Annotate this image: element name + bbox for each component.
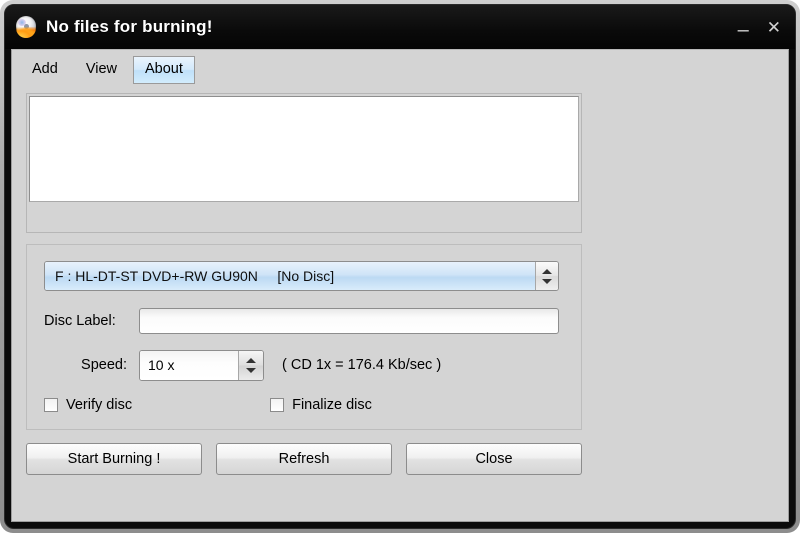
close-button[interactable]: Close [406, 443, 582, 475]
verify-disc-checkbox[interactable]: Verify disc [44, 397, 132, 413]
chevron-down-icon[interactable] [246, 367, 256, 373]
window-frame: No files for burning! – ✕ Add View About [4, 4, 796, 529]
verify-disc-checkbox-box[interactable] [44, 398, 58, 412]
finalize-disc-label: Finalize disc [292, 397, 372, 413]
dialog-button-row: Start Burning ! Refresh Close [26, 442, 582, 476]
minimize-button[interactable]: – [738, 20, 749, 40]
menu-item-view[interactable]: View [74, 56, 129, 84]
disc-label-caption: Disc Label: [44, 313, 116, 329]
window-title: No files for burning! [46, 17, 213, 36]
chevron-up-icon[interactable] [542, 268, 552, 274]
drive-select[interactable]: F : HL-DT-ST DVD+-RW GU90N [No Disc] [44, 261, 559, 291]
verify-disc-label: Verify disc [66, 397, 133, 413]
drive-select-value: F : HL-DT-ST DVD+-RW GU90N [No Disc] [45, 262, 535, 290]
file-list-status [29, 202, 579, 230]
flame-shape [16, 27, 36, 38]
drive-select-spinner[interactable] [535, 262, 558, 290]
file-list[interactable] [29, 96, 579, 202]
speed-select-value: 10 x [140, 350, 238, 380]
disc-label-input[interactable] [139, 308, 559, 334]
speed-select[interactable]: 10 x [139, 349, 264, 381]
menu-item-add[interactable]: Add [20, 56, 70, 84]
window-controls: – ✕ [738, 5, 781, 49]
burn-settings-group: F : HL-DT-ST DVD+-RW GU90N [No Disc] Dis… [26, 244, 582, 430]
refresh-button[interactable]: Refresh [216, 443, 392, 475]
menu-item-about[interactable]: About [132, 56, 195, 84]
speed-caption: Speed: [81, 357, 127, 373]
chevron-down-icon[interactable] [542, 278, 552, 284]
application-window: No files for burning! – ✕ Add View About [0, 0, 800, 533]
client-area: Add View About F : HL-DT-ST DVD+-RW GU90… [11, 49, 789, 522]
speed-row: Speed: 10 x ( CD 1x = 176.4 Kb/sec ) [44, 349, 559, 381]
menu-bar: Add View About [20, 56, 195, 84]
checkbox-row: Verify disc Finalize disc [44, 393, 559, 417]
disc-label-row: Disc Label: [44, 307, 559, 335]
file-list-panel [26, 93, 582, 233]
burning-cd-icon [15, 16, 37, 38]
speed-note: ( CD 1x = 176.4 Kb/sec ) [282, 357, 442, 373]
finalize-disc-checkbox-box[interactable] [270, 398, 285, 412]
title-bar[interactable]: No files for burning! – ✕ [5, 5, 795, 49]
close-icon[interactable]: ✕ [767, 19, 781, 36]
speed-select-spinner[interactable] [238, 350, 263, 380]
start-burning-button[interactable]: Start Burning ! [26, 443, 202, 475]
chevron-up-icon[interactable] [246, 357, 256, 363]
finalize-disc-checkbox[interactable]: Finalize disc [270, 397, 372, 413]
